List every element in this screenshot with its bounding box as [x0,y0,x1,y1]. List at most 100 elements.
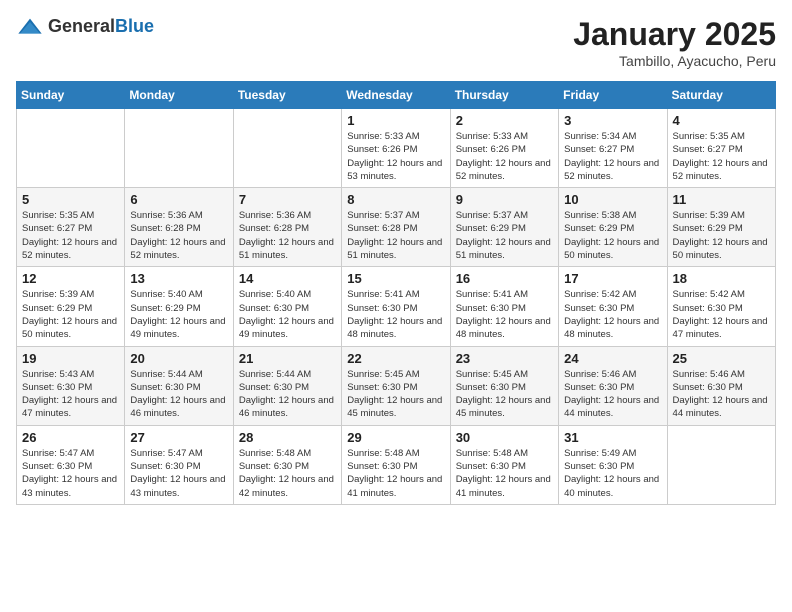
month-title: January 2025 [573,16,776,53]
day-info: Sunrise: 5:40 AM Sunset: 6:29 PM Dayligh… [130,288,227,341]
day-number: 29 [347,430,444,445]
cell-week2-day2: 7Sunrise: 5:36 AM Sunset: 6:28 PM Daylig… [233,188,341,267]
cell-week1-day5: 3 Sunrise: 5:34 AM Sunset: 6:27 PM Daylig… [559,109,667,188]
day-number: 6 [130,192,227,207]
cell-week2-day5: 10 Sunrise: 5:38 AM Sunset: 6:29 PM Dayli… [559,188,667,267]
day-info: Sunrise: 5:44 AM Sunset: 6:30 PM Dayligh… [130,368,227,421]
header-monday: Monday [125,82,233,109]
day-number: 21 [239,351,336,366]
day-info: Sunrise: 5:34 AM Sunset: 6:27 PM Dayligh… [564,130,661,183]
day-number: 14 [239,271,336,286]
day-info: Sunrise: 5:37 AM Sunset: 6:29 PM Dayligh… [456,209,553,262]
day-number: 28 [239,430,336,445]
day-number: 5 [22,192,119,207]
day-info: Sunrise: 5:44 AM Sunset: 6:30 PM Dayligh… [239,368,336,421]
day-number: 12 [22,271,119,286]
day-info: Sunrise: 5:35 AM Sunset: 6:27 PM Dayligh… [22,209,119,262]
cell-week5-day6 [667,425,775,504]
day-info: Sunrise: 5:48 AM Sunset: 6:30 PM Dayligh… [456,447,553,500]
header-sunday: Sunday [17,82,125,109]
day-number: 11 [673,192,770,207]
calendar-table: Sunday Monday Tuesday Wednesday Thursday… [16,81,776,505]
day-info: Sunrise: 5:38 AM Sunset: 6:29 PM Dayligh… [564,209,661,262]
day-number: 1 [347,113,444,128]
day-number: 4 [673,113,770,128]
cell-week3-day1: 13 Sunrise: 5:40 AM Sunset: 6:29 PM Dayli… [125,267,233,346]
cell-week2-day3: 8 Sunrise: 5:37 AM Sunset: 6:28 PM Daylig… [342,188,450,267]
logo-blue: Blue [115,16,154,36]
cell-week2-day1: 6Sunrise: 5:36 AM Sunset: 6:28 PM Daylig… [125,188,233,267]
week-row-4: 19 Sunrise: 5:43 AM Sunset: 6:30 PM Dayli… [17,346,776,425]
day-info: Sunrise: 5:43 AM Sunset: 6:30 PM Dayligh… [22,368,119,421]
day-number: 15 [347,271,444,286]
day-info: Sunrise: 5:33 AM Sunset: 6:26 PM Dayligh… [456,130,553,183]
day-info: Sunrise: 5:42 AM Sunset: 6:30 PM Dayligh… [564,288,661,341]
logo-text: GeneralBlue [48,16,154,37]
cell-week5-day2: 28 Sunrise: 5:48 AM Sunset: 6:30 PM Dayli… [233,425,341,504]
day-number: 9 [456,192,553,207]
header-tuesday: Tuesday [233,82,341,109]
day-info: Sunrise: 5:45 AM Sunset: 6:30 PM Dayligh… [456,368,553,421]
day-info: Sunrise: 5:41 AM Sunset: 6:30 PM Dayligh… [456,288,553,341]
day-info: Sunrise: 5:39 AM Sunset: 6:29 PM Dayligh… [673,209,770,262]
day-number: 22 [347,351,444,366]
cell-week5-day3: 29 Sunrise: 5:48 AM Sunset: 6:30 PM Dayli… [342,425,450,504]
day-info: Sunrise: 5:49 AM Sunset: 6:30 PM Dayligh… [564,447,661,500]
cell-week2-day4: 9 Sunrise: 5:37 AM Sunset: 6:29 PM Daylig… [450,188,558,267]
cell-week4-day2: 21 Sunrise: 5:44 AM Sunset: 6:30 PM Dayli… [233,346,341,425]
cell-week4-day1: 20 Sunrise: 5:44 AM Sunset: 6:30 PM Dayli… [125,346,233,425]
cell-week4-day6: 25Sunrise: 5:46 AM Sunset: 6:30 PM Dayli… [667,346,775,425]
cell-week1-day3: 1 Sunrise: 5:33 AM Sunset: 6:26 PM Daylig… [342,109,450,188]
day-number: 30 [456,430,553,445]
cell-week4-day5: 24Sunrise: 5:46 AM Sunset: 6:30 PM Dayli… [559,346,667,425]
day-info: Sunrise: 5:35 AM Sunset: 6:27 PM Dayligh… [673,130,770,183]
day-number: 3 [564,113,661,128]
day-info: Sunrise: 5:33 AM Sunset: 6:26 PM Dayligh… [347,130,444,183]
day-number: 19 [22,351,119,366]
day-number: 8 [347,192,444,207]
cell-week3-day5: 17Sunrise: 5:42 AM Sunset: 6:30 PM Dayli… [559,267,667,346]
cell-week1-day2 [233,109,341,188]
day-info: Sunrise: 5:41 AM Sunset: 6:30 PM Dayligh… [347,288,444,341]
day-number: 7 [239,192,336,207]
week-row-5: 26 Sunrise: 5:47 AM Sunset: 6:30 PM Dayli… [17,425,776,504]
page-header: GeneralBlue January 2025 Tambillo, Ayacu… [16,16,776,69]
cell-week1-day6: 4 Sunrise: 5:35 AM Sunset: 6:27 PM Daylig… [667,109,775,188]
cell-week3-day3: 15 Sunrise: 5:41 AM Sunset: 6:30 PM Dayli… [342,267,450,346]
day-info: Sunrise: 5:39 AM Sunset: 6:29 PM Dayligh… [22,288,119,341]
day-info: Sunrise: 5:42 AM Sunset: 6:30 PM Dayligh… [673,288,770,341]
day-info: Sunrise: 5:40 AM Sunset: 6:30 PM Dayligh… [239,288,336,341]
day-info: Sunrise: 5:45 AM Sunset: 6:30 PM Dayligh… [347,368,444,421]
day-number: 18 [673,271,770,286]
header-thursday: Thursday [450,82,558,109]
header-wednesday: Wednesday [342,82,450,109]
cell-week2-day6: 11 Sunrise: 5:39 AM Sunset: 6:29 PM Dayli… [667,188,775,267]
weekday-header-row: Sunday Monday Tuesday Wednesday Thursday… [17,82,776,109]
day-info: Sunrise: 5:47 AM Sunset: 6:30 PM Dayligh… [22,447,119,500]
cell-week5-day4: 30 Sunrise: 5:48 AM Sunset: 6:30 PM Dayli… [450,425,558,504]
day-info: Sunrise: 5:48 AM Sunset: 6:30 PM Dayligh… [347,447,444,500]
day-info: Sunrise: 5:37 AM Sunset: 6:28 PM Dayligh… [347,209,444,262]
header-saturday: Saturday [667,82,775,109]
cell-week3-day6: 18 Sunrise: 5:42 AM Sunset: 6:30 PM Dayli… [667,267,775,346]
header-friday: Friday [559,82,667,109]
day-info: Sunrise: 5:47 AM Sunset: 6:30 PM Dayligh… [130,447,227,500]
day-number: 20 [130,351,227,366]
cell-week5-day5: 31Sunrise: 5:49 AM Sunset: 6:30 PM Dayli… [559,425,667,504]
day-number: 13 [130,271,227,286]
logo-icon [16,17,44,37]
day-number: 26 [22,430,119,445]
location-title: Tambillo, Ayacucho, Peru [573,53,776,69]
cell-week1-day4: 2 Sunrise: 5:33 AM Sunset: 6:26 PM Daylig… [450,109,558,188]
day-number: 25 [673,351,770,366]
day-info: Sunrise: 5:46 AM Sunset: 6:30 PM Dayligh… [564,368,661,421]
logo-general: General [48,16,115,36]
week-row-1: 1 Sunrise: 5:33 AM Sunset: 6:26 PM Daylig… [17,109,776,188]
week-row-2: 5 Sunrise: 5:35 AM Sunset: 6:27 PM Daylig… [17,188,776,267]
day-info: Sunrise: 5:48 AM Sunset: 6:30 PM Dayligh… [239,447,336,500]
day-number: 2 [456,113,553,128]
cell-week3-day0: 12 Sunrise: 5:39 AM Sunset: 6:29 PM Dayli… [17,267,125,346]
cell-week1-day1 [125,109,233,188]
cell-week3-day2: 14 Sunrise: 5:40 AM Sunset: 6:30 PM Dayli… [233,267,341,346]
day-number: 10 [564,192,661,207]
